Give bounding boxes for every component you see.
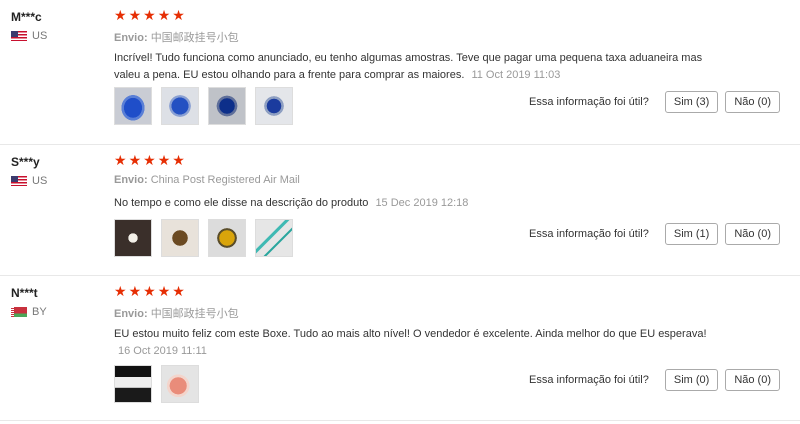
helpful-no-button[interactable]: Não (0)	[725, 91, 780, 113]
by-flag-icon	[11, 307, 27, 317]
helpful-feedback: Essa informação foi útil? Sim (3) Não (0…	[529, 91, 780, 113]
country-code: US	[32, 175, 48, 187]
review-item: M***c US ★ ★ ★ ★ ★ Envio: 中国邮政挂号小包 Incrí…	[0, 0, 800, 145]
shipping-label: Envio:	[114, 32, 148, 44]
shipping-method: 中国邮政挂号小包	[150, 308, 239, 320]
review-photo[interactable]	[114, 365, 152, 403]
review-text-block: EU estou muito feliz com este Boxe. Tudo…	[114, 326, 714, 360]
star-rating: ★ ★ ★ ★ ★	[114, 8, 185, 22]
reviewer-country: US	[11, 175, 47, 187]
star-icon: ★	[114, 283, 127, 299]
star-icon: ★	[128, 152, 142, 168]
helpful-no-button[interactable]: Não (0)	[725, 369, 780, 391]
us-flag-icon	[11, 31, 27, 41]
helpful-yes-button[interactable]: Sim (0)	[664, 369, 719, 391]
review-item: N***t BY ★ ★ ★ ★ ★ Envio: 中国邮政挂号小包 EU es…	[0, 276, 800, 421]
star-icon: ★	[143, 152, 156, 168]
review-text-block: No tempo e como ele disse na descrição d…	[114, 195, 714, 212]
reviewer-name: S***y	[11, 155, 40, 169]
star-rating: ★ ★ ★ ★ ★	[114, 284, 185, 298]
helpful-question: Essa informação foi útil?	[529, 374, 649, 386]
review-date: 15 Dec 2019 12:18	[375, 197, 469, 209]
shipping-info: Envio: 中国邮政挂号小包	[114, 29, 239, 45]
star-icon: ★	[172, 152, 185, 168]
review-text: Incrível! Tudo funciona como anunciado, …	[114, 52, 703, 81]
star-icon: ★	[157, 283, 171, 299]
review-text: EU estou muito feliz com este Boxe. Tudo…	[114, 328, 707, 340]
reviewer-name: M***c	[11, 10, 42, 24]
helpful-question: Essa informação foi útil?	[529, 96, 649, 108]
star-icon: ★	[172, 283, 185, 299]
review-photo[interactable]	[161, 87, 199, 125]
star-icon: ★	[143, 7, 156, 23]
review-photos	[114, 365, 199, 403]
reviewer-name: N***t	[11, 286, 38, 300]
shipping-method: 中国邮政挂号小包	[150, 32, 239, 44]
review-photos	[114, 219, 293, 257]
shipping-label: Envio:	[114, 308, 148, 320]
review-photo[interactable]	[255, 87, 293, 125]
star-icon: ★	[172, 7, 185, 23]
review-date: 16 Oct 2019 11:11	[118, 345, 207, 357]
helpful-yes-button[interactable]: Sim (1)	[664, 223, 719, 245]
review-photo[interactable]	[161, 219, 199, 257]
us-flag-icon	[11, 176, 27, 186]
star-icon: ★	[157, 7, 171, 23]
country-code: US	[32, 30, 48, 42]
helpful-question: Essa informação foi útil?	[529, 228, 649, 240]
review-photo[interactable]	[161, 365, 199, 403]
review-text: No tempo e como ele disse na descrição d…	[114, 197, 369, 209]
review-photo[interactable]	[208, 219, 246, 257]
review-photo[interactable]	[208, 87, 246, 125]
country-code: BY	[32, 306, 47, 318]
reviewer-country: BY	[11, 306, 47, 318]
helpful-no-button[interactable]: Não (0)	[725, 223, 780, 245]
star-icon: ★	[114, 152, 127, 168]
review-text-block: Incrível! Tudo funciona como anunciado, …	[114, 50, 714, 84]
shipping-info: Envio: 中国邮政挂号小包	[114, 305, 239, 321]
review-photos	[114, 87, 293, 125]
helpful-feedback: Essa informação foi útil? Sim (0) Não (0…	[529, 369, 780, 391]
reviewer-country: US	[11, 30, 47, 42]
star-icon: ★	[157, 152, 171, 168]
review-photo[interactable]	[114, 219, 152, 257]
star-icon: ★	[128, 7, 142, 23]
star-icon: ★	[143, 283, 156, 299]
review-photo[interactable]	[255, 219, 293, 257]
review-photo[interactable]	[114, 87, 152, 125]
review-item: S***y US ★ ★ ★ ★ ★ Envio: China Post Reg…	[0, 145, 800, 276]
helpful-yes-button[interactable]: Sim (3)	[664, 91, 719, 113]
star-icon: ★	[128, 283, 142, 299]
shipping-info: Envio: China Post Registered Air Mail	[114, 174, 300, 186]
shipping-label: Envio:	[114, 174, 148, 186]
star-icon: ★	[114, 7, 127, 23]
star-rating: ★ ★ ★ ★ ★	[114, 153, 185, 167]
helpful-feedback: Essa informação foi útil? Sim (1) Não (0…	[529, 223, 780, 245]
shipping-method: China Post Registered Air Mail	[150, 174, 300, 186]
review-date: 11 Oct 2019 11:03	[471, 69, 561, 81]
